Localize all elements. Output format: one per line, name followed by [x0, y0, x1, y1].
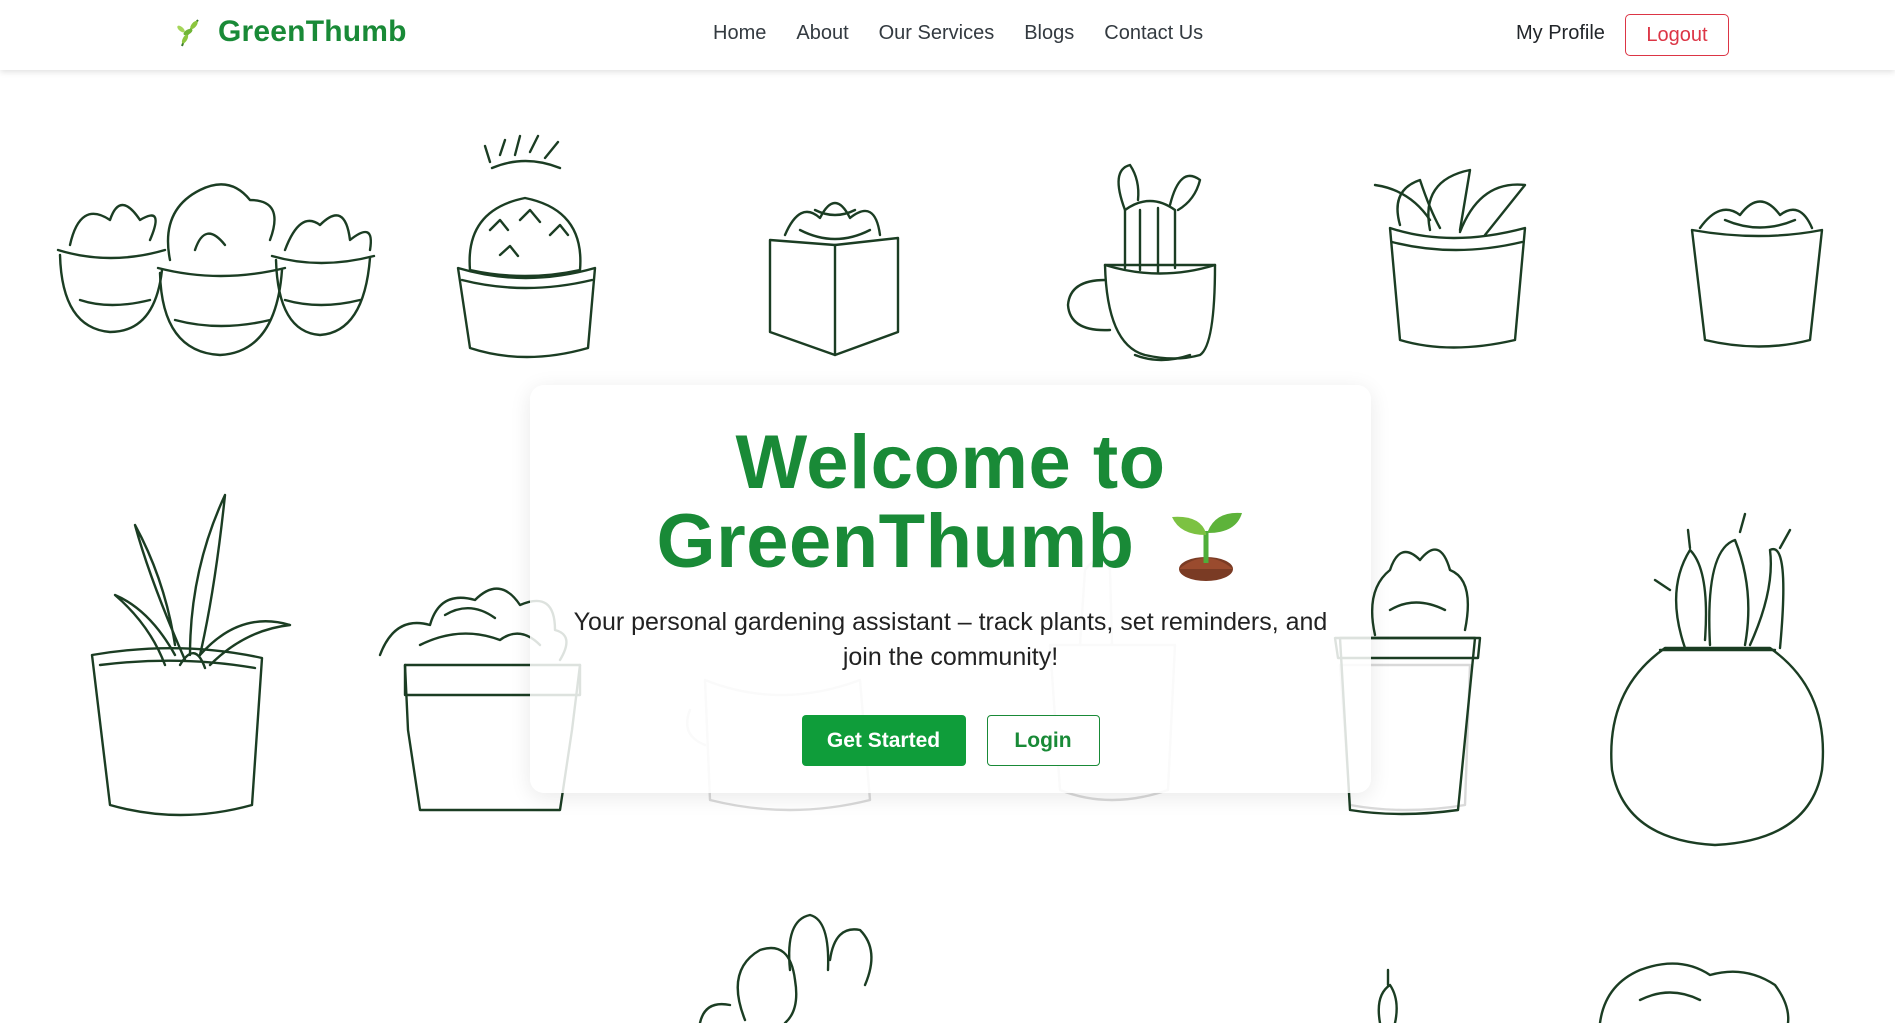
navbar: GreenThumb Home About Our Services Blogs… — [0, 0, 1895, 70]
small-sprout-illustration — [1377, 968, 1398, 1023]
my-profile-link[interactable]: My Profile — [1516, 22, 1605, 45]
small-succulent-pot-illustration — [1690, 200, 1824, 348]
nav-home[interactable]: Home — [713, 22, 766, 45]
hero-card: Welcome to GreenThumb Your personal gard… — [530, 385, 1371, 793]
nav-blogs[interactable]: Blogs — [1024, 22, 1074, 45]
round-vase-cactus-illustration — [1610, 512, 1825, 847]
login-button[interactable]: Login — [986, 715, 1100, 766]
hero-title-line2: GreenThumb — [656, 499, 1135, 584]
cube-planter-illustration — [768, 201, 900, 357]
hero-subtitle: Your personal gardening assistant – trac… — [573, 608, 1328, 671]
brand-name: GreenThumb — [218, 15, 407, 48]
nav-links: Home About Our Services Blogs Contact Us — [713, 22, 1203, 45]
nav-our-services[interactable]: Our Services — [879, 22, 995, 45]
leaf-sprig-icon — [177, 19, 199, 47]
round-cactus-illustration — [456, 134, 597, 359]
seedling-icon — [1172, 512, 1243, 581]
hero-title: Welcome to GreenThumb — [530, 425, 1371, 583]
brand[interactable]: GreenThumb — [176, 15, 407, 49]
aloe-pot-illustration — [1373, 168, 1527, 349]
leafy-bush-illustration — [1598, 962, 1790, 1023]
nav-about[interactable]: About — [796, 22, 848, 45]
nav-contact-us[interactable]: Contact Us — [1104, 22, 1203, 45]
logout-button[interactable]: Logout — [1625, 14, 1729, 56]
get-started-button[interactable]: Get Started — [801, 715, 966, 766]
hero-buttons: Get Started Login — [530, 715, 1371, 766]
hero-title-line1: Welcome to — [735, 420, 1166, 505]
teacup-cactus-illustration — [1066, 163, 1217, 362]
aloe-in-pot-illustration — [90, 493, 292, 817]
prickly-pear-illustration — [698, 913, 873, 1023]
hero-title-line2-wrapper: GreenThumb — [657, 501, 1245, 583]
succulent-trio-illustration — [56, 183, 376, 357]
